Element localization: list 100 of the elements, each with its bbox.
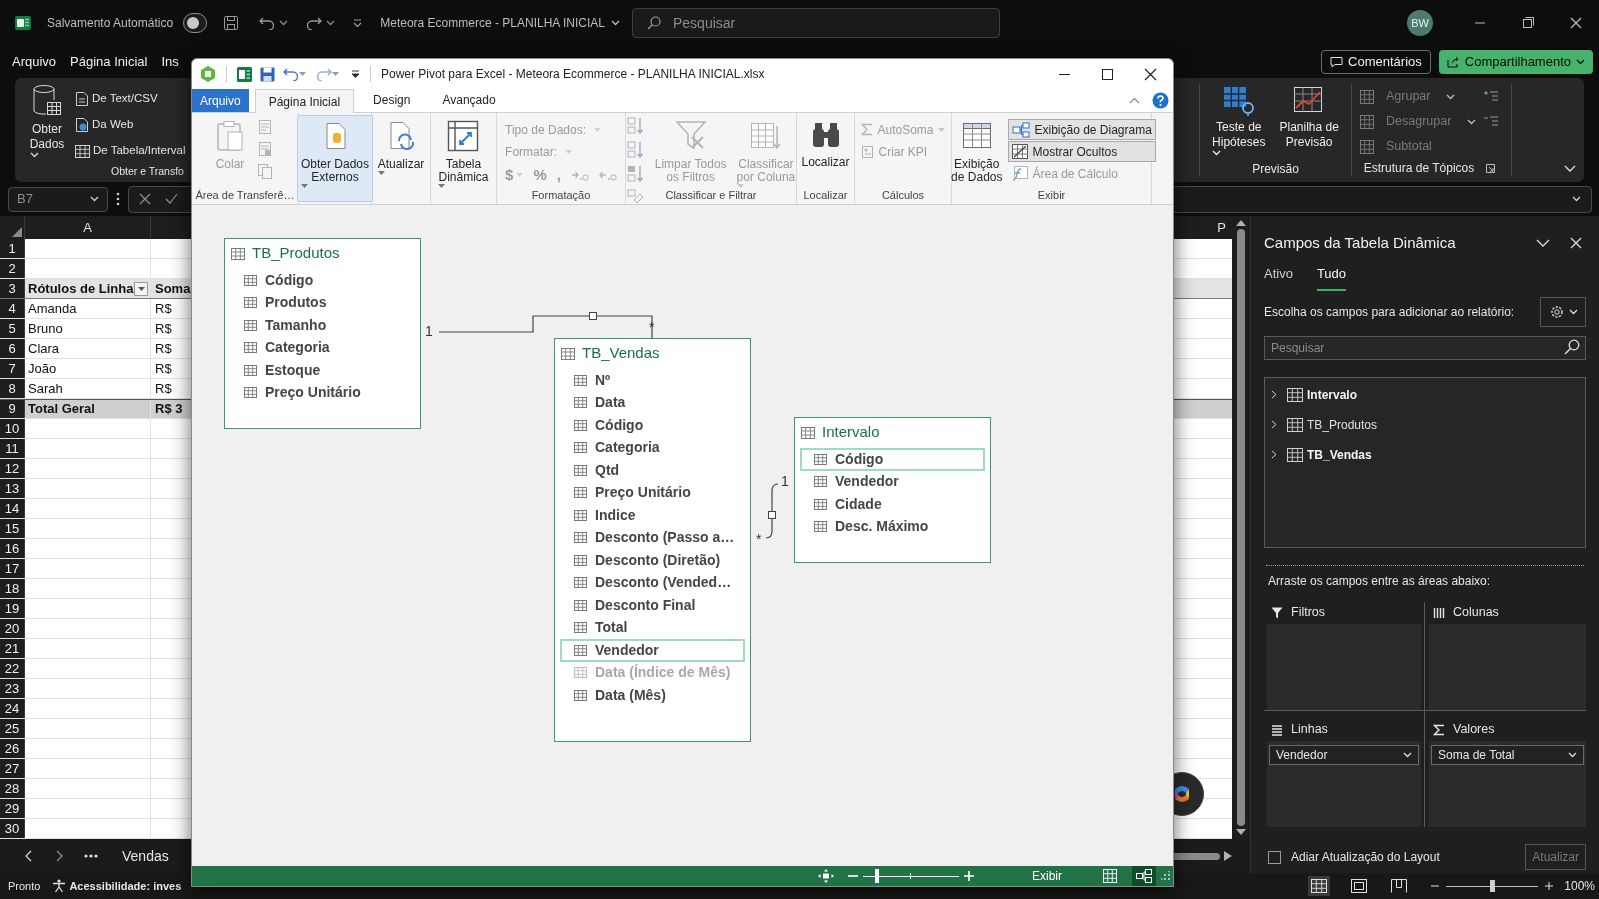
area-title: Linhas [1291, 721, 1328, 739]
field-item[interactable]: Nº [560, 369, 745, 392]
table-cell-text: R$ [155, 319, 172, 338]
table-cell-text: Clara [28, 339, 60, 358]
field-item[interactable]: Tamanho [230, 314, 415, 337]
ribbon-button[interactable]: Atualizar [373, 115, 429, 202]
group-label: Estrutura de Tópicos [1363, 160, 1475, 177]
field-search[interactable]: Pesquisar [1264, 335, 1586, 360]
field-item[interactable]: Desconto (Vended… [560, 571, 745, 594]
ribbon-tab[interactable]: Avançado [429, 88, 509, 112]
table-cell-text: R$ [155, 359, 172, 378]
cardinality-label: * [756, 531, 762, 547]
drop-area[interactable]: Soma de Total [1429, 740, 1586, 827]
menu-tab[interactable]: Ins [161, 52, 179, 72]
group-label: Classificar e Filtrar [665, 188, 757, 202]
column-header[interactable]: P [1217, 217, 1226, 238]
field-item[interactable]: Código [560, 414, 745, 437]
cardinality-label: 1 [781, 473, 789, 489]
group-label: Cálculos [881, 188, 925, 202]
ribbon-button[interactable]: Mostrar Ocultos [1008, 141, 1156, 162]
field-item[interactable]: Cidade [800, 493, 985, 516]
group-label: Exibir [1037, 188, 1066, 202]
field-list-item[interactable]: TB_Vendas [1271, 439, 1579, 470]
file-tab[interactable]: Arquivo [192, 89, 249, 112]
ribbon-button[interactable]: De Tabela/Interval [75, 138, 186, 164]
instruction-text: Escolha os campos para adicionar ao relatório: [1264, 303, 1515, 321]
area-field[interactable]: Soma de Total [1431, 744, 1584, 765]
field-item[interactable]: Preço Unitário [560, 481, 745, 504]
menu-tab[interactable]: Arquivo [12, 52, 57, 72]
field-item[interactable]: Qtd [560, 459, 745, 482]
field-item[interactable]: Estoque [230, 359, 415, 382]
group-label: Área de Transferê… [195, 188, 295, 202]
search-field[interactable]: Pesquisar [632, 8, 1000, 38]
pane-tab[interactable]: Ativo [1264, 261, 1293, 291]
column-header[interactable]: A [83, 217, 92, 238]
field-item[interactable]: Data (Mês) [560, 684, 745, 707]
table-card[interactable]: TB_Produtos Código Produtos Tamanho Categoria Estoque Preço Unitário [224, 238, 421, 429]
field-item[interactable]: Código [800, 448, 985, 471]
checkbox-label: Adiar Atualização do Layout [1291, 849, 1440, 866]
group-label: Obter e Transfo [111, 164, 184, 179]
field-item[interactable]: Vendedor [800, 470, 985, 493]
status-text: Pronto [8, 878, 41, 894]
cardinality-label: 1 [425, 323, 433, 339]
user-avatar[interactable]: BW [1407, 10, 1433, 36]
table-name: Intervalo [822, 422, 880, 443]
menu-tab[interactable]: Página Inicial [70, 52, 148, 72]
table-cell-text: R$ [155, 299, 172, 318]
ribbon-button[interactable]: Tabela Dinâmica [434, 115, 493, 202]
ribbon-button[interactable]: Planilha de Previsão [1279, 84, 1339, 160]
accessibility-status[interactable]: Acessibilidade: inves [69, 877, 182, 895]
field-item[interactable]: Vendedor [560, 639, 745, 662]
ribbon-button[interactable]: Exibição de Diagrama [1008, 119, 1156, 140]
field-item[interactable]: Total [560, 616, 745, 639]
document-title[interactable]: Meteora Ecommerce - PLANILHA INICIAL [380, 14, 605, 32]
table-cell-text: R$ 3 [155, 400, 183, 419]
field-item[interactable]: Categoria [230, 336, 415, 359]
ribbon-button[interactable]: Da Web [75, 112, 186, 138]
share-button[interactable]: Compartilhamento [1438, 50, 1593, 74]
instruction-text: Arraste os campos entre as áreas abaixo: [1268, 572, 1492, 590]
table-cell-text: Bruno [28, 319, 63, 338]
field-item[interactable]: Categoria [560, 436, 745, 459]
field-list-item[interactable]: TB_Produtos [1271, 409, 1579, 440]
field-list-item[interactable]: Intervalo [1271, 379, 1579, 410]
field-item[interactable]: Desc. Máximo [800, 515, 985, 538]
drop-area[interactable]: Vendedor [1267, 740, 1421, 827]
table-name: TB_Vendas [582, 343, 660, 364]
sheet-tab[interactable]: Vendas [116, 845, 175, 867]
ribbon-button[interactable]: Obter Dados Externos [297, 115, 374, 202]
field-item[interactable]: Código [230, 269, 415, 292]
comments-button[interactable]: Comentários [1321, 50, 1431, 74]
table-cell-text: João [28, 359, 57, 378]
group-label: Localizar [803, 188, 848, 202]
field-item[interactable]: Preço Unitário [230, 381, 415, 404]
name-box[interactable]: B7 [8, 186, 108, 212]
field-item[interactable]: Produtos [230, 291, 415, 314]
area-title: Filtros [1291, 604, 1326, 622]
window-title: Power Pivot para Excel - Meteora Ecommerce - PLANILHA INICIAL.xlsx [381, 66, 765, 83]
table-card[interactable]: Intervalo Código Vendedor Cidade Desc. Máximo [794, 417, 991, 563]
table-cell-text: R$ [155, 379, 172, 398]
pane-title: Campos da Tabela Dinâmica [1264, 232, 1456, 253]
zoom-level[interactable]: 100% [1564, 877, 1595, 895]
get-data-button[interactable]: Obter Dados [25, 84, 69, 164]
field-item[interactable]: Desconto Final [560, 594, 745, 617]
ribbon-tab[interactable]: Design [360, 88, 424, 112]
ribbon-button[interactable]: Exibição de Dados [947, 115, 1007, 187]
field-item[interactable]: Desconto (Diretão) [560, 549, 745, 572]
table-cell-text: Soma [155, 279, 191, 298]
ribbon-tab[interactable]: Página Inicial [254, 89, 355, 113]
table-name: TB_Produtos [252, 243, 340, 264]
ribbon-button[interactable]: Teste de Hipóteses [1212, 84, 1266, 160]
table-cell-text: Total Geral [28, 400, 95, 419]
pane-tab[interactable]: Tudo [1316, 261, 1347, 291]
ribbon-button[interactable]: Localizar [797, 115, 854, 187]
ribbon-button[interactable]: De Text/CSV [75, 86, 186, 112]
table-card[interactable]: TB_Vendas Nº Data Código Categoria Qtd Preço Unitário Indice Desconto (Passo a… Desconto (Diretão) Desconto (Vended… Desconto Final Total Vendedor Data (Índice de Mês) Data (Mês) [554, 338, 751, 742]
field-item[interactable]: Desconto (Passo a… [560, 526, 745, 549]
field-item[interactable]: Data [560, 391, 745, 414]
cardinality-label: * [649, 319, 655, 335]
area-field[interactable]: Vendedor [1269, 744, 1419, 765]
field-item[interactable]: Indice [560, 504, 745, 527]
